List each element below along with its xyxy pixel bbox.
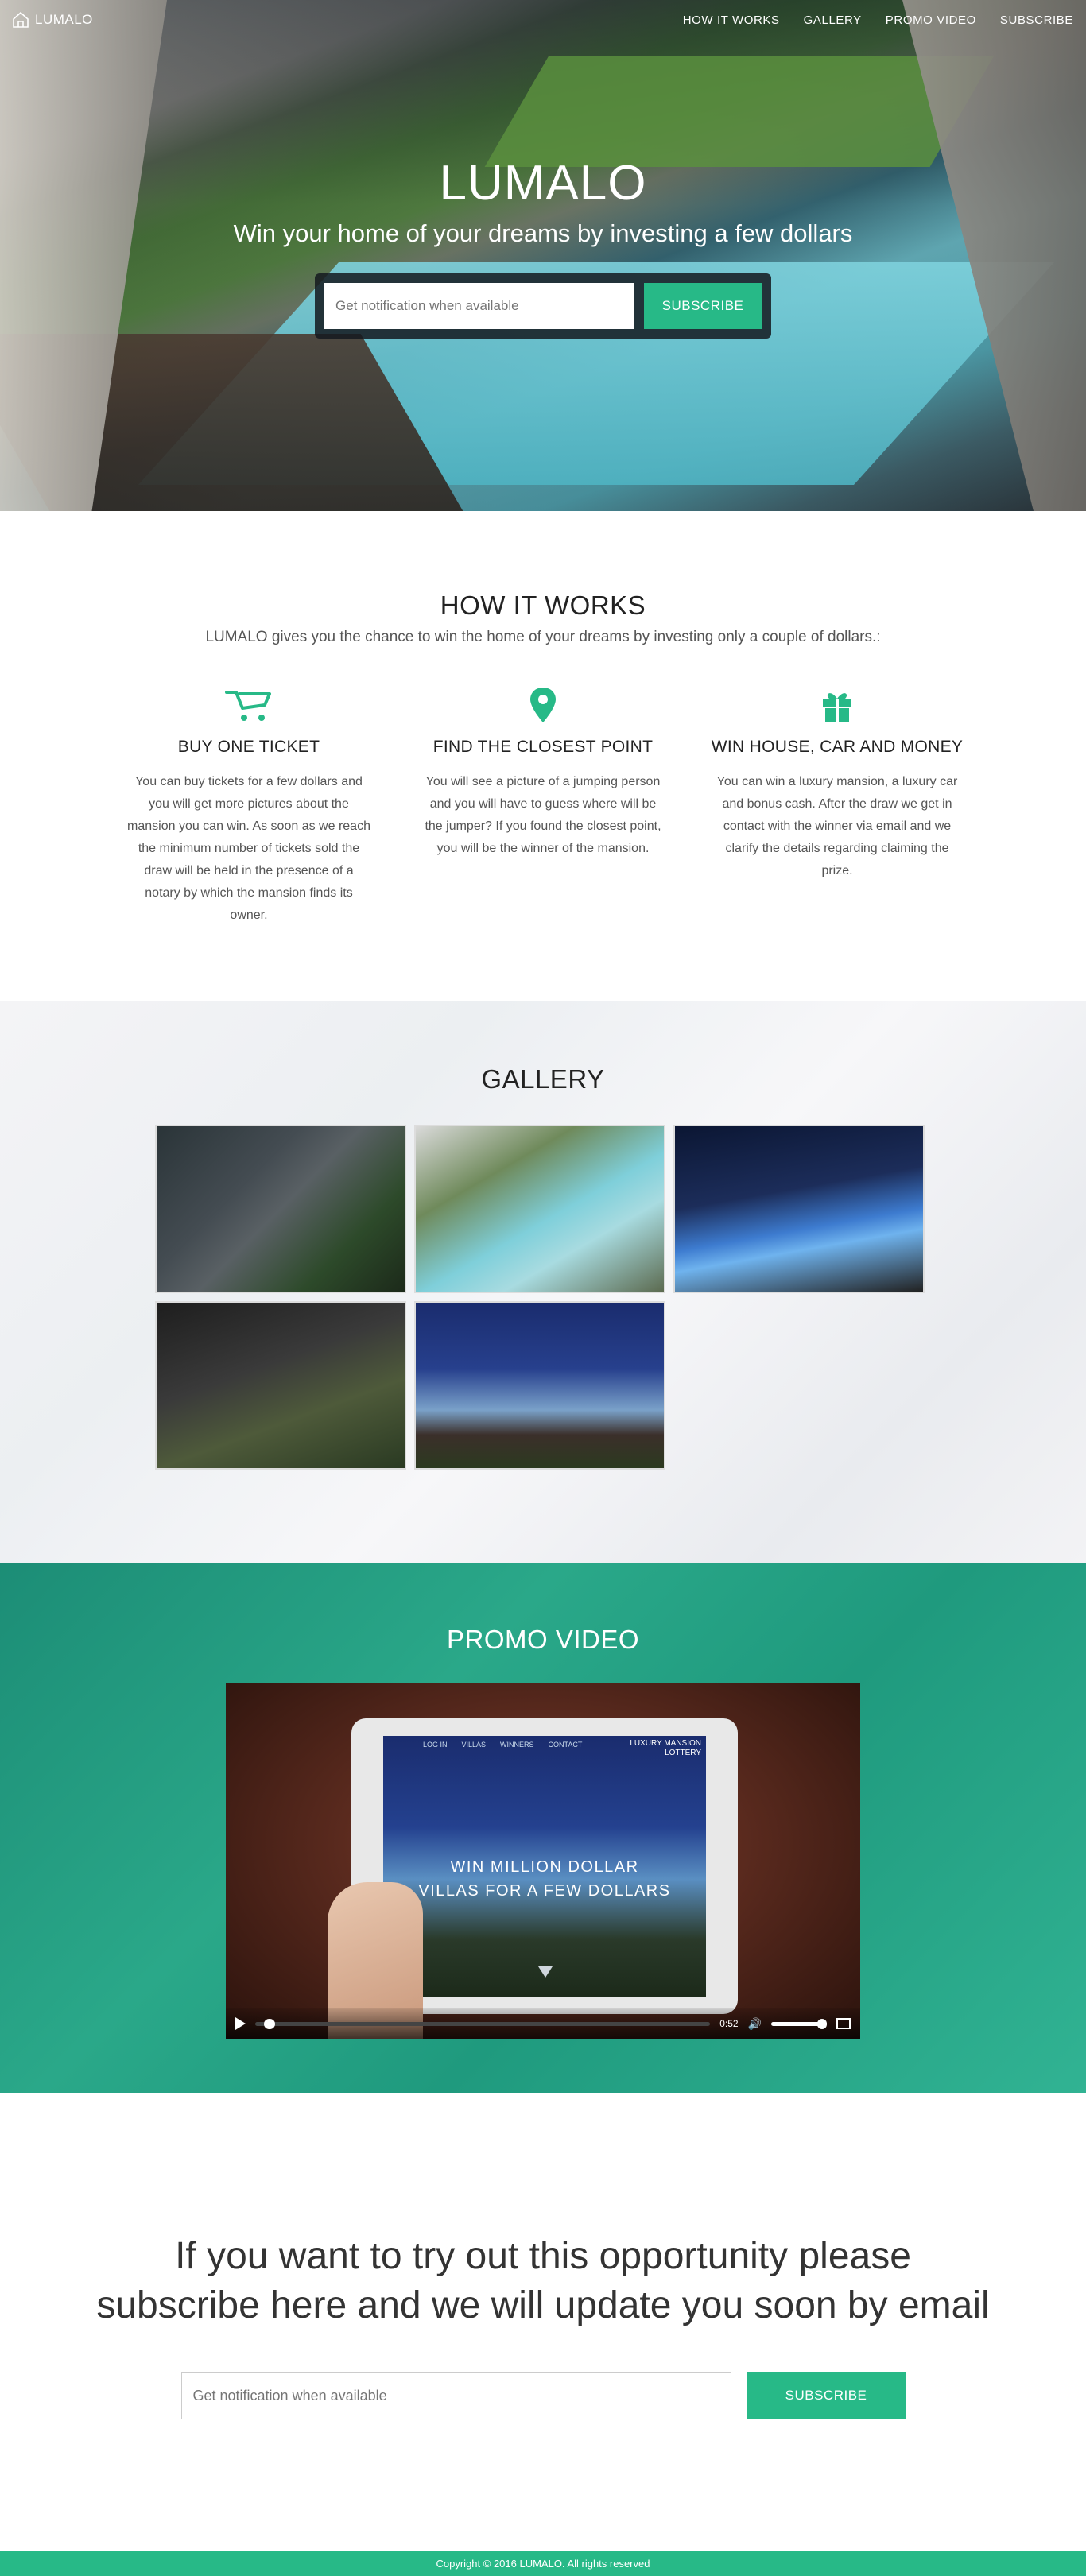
hero-bg-lawn xyxy=(484,56,995,167)
video-progress-knob[interactable] xyxy=(264,2018,276,2029)
feature-title: FIND THE CLOSEST POINT xyxy=(432,738,654,756)
feature-closest-point: FIND THE CLOSEST POINT You will see a pi… xyxy=(412,686,674,927)
screen-logo-line: LOTTERY xyxy=(665,1749,701,1757)
how-it-works-title: HOW IT WORKS xyxy=(440,591,646,620)
nav-link-gallery[interactable]: GALLERY xyxy=(804,14,862,27)
feature-title: BUY ONE TICKET xyxy=(177,738,320,756)
gallery-image-night-pool[interactable] xyxy=(673,1125,925,1293)
subscribe-heading: If you want to try out this opportunity … xyxy=(0,2232,1086,2330)
feature-text: You can buy tickets for a few dollars an… xyxy=(127,775,370,922)
promo-video-title: PROMO VIDEO xyxy=(446,1625,640,1654)
screen-nav-item: WINNERS xyxy=(500,1741,534,1749)
footer: Copyright © 2016 LUMALO. All rights rese… xyxy=(0,2551,1086,2576)
brand-logo[interactable]: LUMALO xyxy=(11,10,93,29)
hero-subscribe-button[interactable]: SUBSCRIBE xyxy=(644,283,762,329)
gift-icon xyxy=(823,693,851,722)
hero-subscribe-form: SUBSCRIBE xyxy=(315,273,771,339)
screen-logo-line: LUXURY MANSION xyxy=(630,1739,701,1748)
cart-icon xyxy=(225,691,271,721)
gallery-image-pool[interactable] xyxy=(414,1125,665,1293)
gallery-image-entrance[interactable] xyxy=(155,1125,406,1293)
subscribe-form: SUBSCRIBE xyxy=(0,2372,1086,2419)
feature-text: You will see a picture of a jumping pers… xyxy=(425,775,661,855)
gallery-section: GALLERY xyxy=(0,1001,1086,1563)
volume-knob[interactable] xyxy=(817,2018,827,2029)
gallery-image-garden[interactable] xyxy=(155,1301,406,1470)
hero-title: LUMALO xyxy=(439,156,647,211)
screen-nav-item: CONTACT xyxy=(548,1741,583,1749)
map-pin-icon xyxy=(530,688,556,722)
subscribe-heading-line: If you want to try out this opportunity … xyxy=(175,2235,911,2277)
subscribe-email-input[interactable] xyxy=(180,2372,731,2419)
feature-win-house: WIN HOUSE, CAR AND MONEY You can win a l… xyxy=(706,686,968,927)
volume-slider[interactable] xyxy=(771,2018,827,2029)
video-controls: 0:52 🔊 xyxy=(226,2008,860,2039)
hero-section: LUMALO Win your home of your dreams by i… xyxy=(0,0,1086,511)
nav-link-how-it-works[interactable]: HOW IT WORKS xyxy=(683,14,780,27)
volume-icon[interactable]: 🔊 xyxy=(748,2017,762,2031)
screen-headline: WIN MILLION DOLLAR VILLAS FOR A FEW DOLL… xyxy=(383,1855,706,1903)
brand-name: LUMALO xyxy=(35,12,93,27)
gallery-grid xyxy=(155,1125,931,1470)
feature-buy-ticket: BUY ONE TICKET You can buy tickets for a… xyxy=(118,686,380,927)
subscribe-section: If you want to try out this opportunity … xyxy=(0,2093,1086,2551)
top-navbar: LUMALO HOW IT WORKS GALLERY PROMO VIDEO … xyxy=(0,0,1086,40)
footer-copyright: Copyright © 2016 LUMALO. All rights rese… xyxy=(436,2558,650,2570)
screen-scroll-arrow-icon xyxy=(538,1966,553,1978)
nav-link-promo-video[interactable]: PROMO VIDEO xyxy=(886,14,976,27)
subscribe-button[interactable]: SUBSCRIBE xyxy=(747,2372,906,2419)
gallery-title: GALLERY xyxy=(481,1064,605,1094)
how-it-works-intro: LUMALO gives you the chance to win the h… xyxy=(205,629,881,645)
play-icon[interactable] xyxy=(235,2017,246,2030)
promo-video-section: PROMO VIDEO LOG IN VILLAS WINNERS CONTAC… xyxy=(0,1563,1086,2093)
gallery-image-villa[interactable] xyxy=(414,1301,665,1470)
hero-subtitle: Win your home of your dreams by investin… xyxy=(233,219,853,247)
fullscreen-icon[interactable] xyxy=(836,2018,851,2029)
video-tablet-screen: LOG IN VILLAS WINNERS CONTACT LUXURY MAN… xyxy=(383,1736,706,1997)
feature-list: BUY ONE TICKET You can buy tickets for a… xyxy=(0,686,1086,927)
screen-nav-item: LOG IN xyxy=(423,1741,448,1749)
nav-menu: HOW IT WORKS GALLERY PROMO VIDEO SUBSCRI… xyxy=(683,14,1073,27)
nav-link-subscribe[interactable]: SUBSCRIBE xyxy=(1000,14,1073,27)
how-it-works-section: HOW IT WORKS LUMALO gives you the chance… xyxy=(0,511,1086,1001)
screen-headline-line: VILLAS FOR A FEW DOLLARS xyxy=(418,1882,671,1900)
feature-title: WIN HOUSE, CAR AND MONEY xyxy=(711,738,964,756)
hero-content: LUMALO Win your home of your dreams by i… xyxy=(0,159,1086,339)
feature-text: You can win a luxury mansion, a luxury c… xyxy=(716,775,958,877)
screen-headline-line: WIN MILLION DOLLAR xyxy=(450,1858,639,1876)
video-progress-bar[interactable] xyxy=(255,2018,711,2029)
screen-nav-item: VILLAS xyxy=(461,1741,487,1749)
house-icon xyxy=(13,11,29,28)
subscribe-heading-line: subscribe here and we will update you so… xyxy=(96,2284,990,2326)
hero-email-input[interactable] xyxy=(324,283,634,329)
video-time: 0:52 xyxy=(719,2018,739,2029)
screen-logo: LUXURY MANSION LOTTERY xyxy=(630,1739,701,1758)
video-player[interactable]: LOG IN VILLAS WINNERS CONTACT LUXURY MAN… xyxy=(226,1683,860,2039)
